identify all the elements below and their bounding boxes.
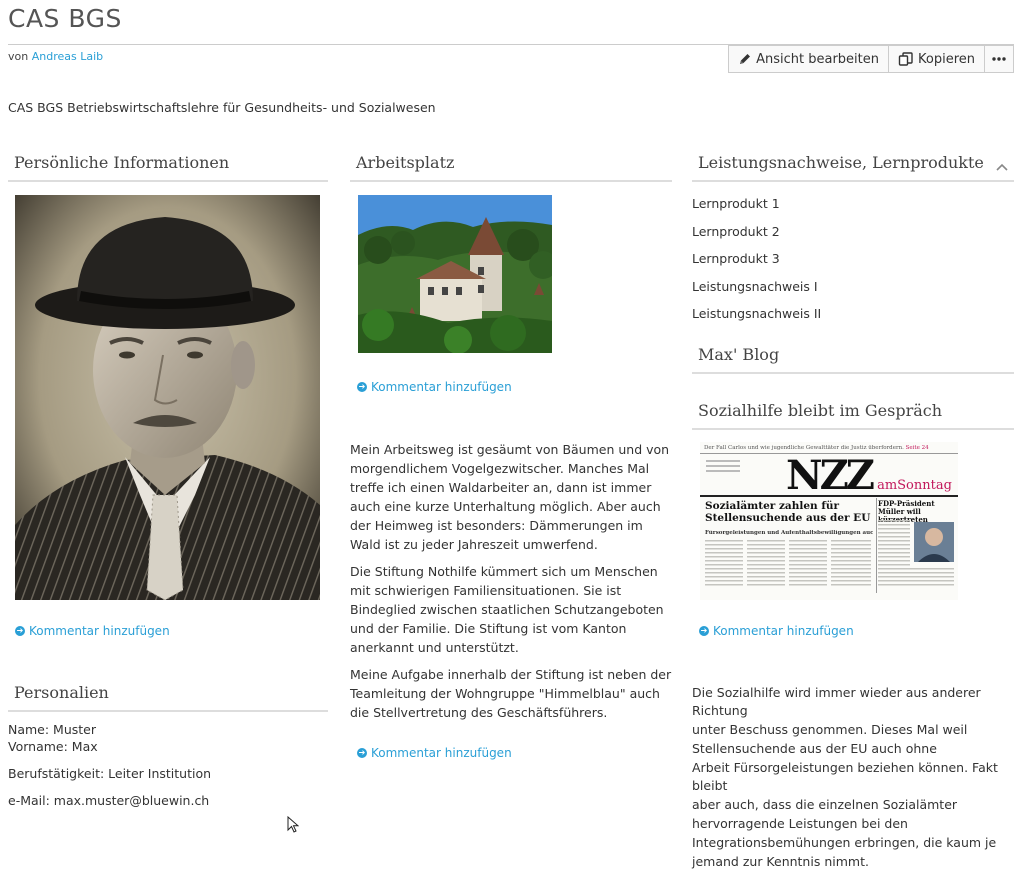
byline-prefix: von: [8, 50, 29, 63]
workplace-paragraph-3: Meine Aufgabe innerhalb der Stiftung ist…: [350, 667, 672, 720]
personal-occupation: Berufstätigkeit: Leiter Institution: [8, 766, 212, 781]
workplace-paragraph-2: Die Stiftung Nothilfe kümmert sich um Me…: [350, 564, 664, 655]
social-text-line: jemand zur Kenntnis nimmt.: [692, 853, 869, 869]
social-text-line: aber auch, dass die einzelnen Sozialämte…: [692, 797, 958, 813]
edit-view-button[interactable]: Ansicht bearbeiten: [728, 45, 889, 73]
chevron-up-icon[interactable]: [996, 156, 1008, 175]
more-button[interactable]: [984, 45, 1014, 73]
achievement-link-2[interactable]: Lernprodukt 2: [692, 224, 780, 239]
social-text-line: unter Beschuss genommen. Dieses Mal weil: [692, 722, 968, 738]
social-text-line: hervorragende Leistungen bei den: [692, 816, 908, 832]
section-title-achievements: Leistungsnachweise, Lernprodukte: [692, 150, 1014, 182]
social-text-line: Arbeit Fürsorgeleistungen beziehen könne…: [692, 759, 998, 794]
more-icon: [992, 57, 1006, 61]
section-title-personalien: Personalien: [8, 680, 328, 712]
social-text-line: Die Sozialhilfe wird immer wieder aus an…: [692, 684, 981, 719]
achievement-list: Lernprodukt 1 Lernprodukt 2 Lernprodukt …: [692, 196, 1014, 334]
column-workplace: Arbeitsplatz ➔ Kommentar hinzufügen Mein…: [350, 150, 672, 760]
achievement-link-5[interactable]: Leistungsnachweis II: [692, 306, 821, 321]
section-title-personal: Persönliche Informationen: [8, 150, 328, 182]
add-comment-label: Kommentar hinzufügen: [371, 746, 512, 760]
copy-label: Kopieren: [918, 51, 975, 67]
newspaper-columns: [705, 497, 954, 593]
edit-view-label: Ansicht bearbeiten: [756, 51, 879, 67]
arrow-right-circle-icon: ➔: [357, 748, 367, 758]
social-text-line: Stellensuchende aus der EU auch ohne: [692, 740, 937, 756]
list-item: Lernprodukt 3: [692, 251, 1014, 279]
workplace-paragraph-1: Mein Arbeitsweg ist gesäumt von Bäumen u…: [350, 442, 670, 552]
copy-button[interactable]: Kopieren: [888, 45, 985, 73]
column-achievements: Leistungsnachweise, Lernprodukte Lernpro…: [692, 150, 1014, 871]
arrow-right-circle-icon: ➔: [15, 626, 25, 636]
workplace-photo: [358, 195, 557, 354]
achievement-link-3[interactable]: Lernprodukt 3: [692, 251, 780, 266]
add-comment-label: Kommentar hinzufügen: [29, 624, 170, 638]
section-title-achievements-text: Leistungsnachweise, Lernprodukte: [698, 153, 984, 172]
section-title-workplace: Arbeitsplatz: [350, 150, 672, 182]
achievement-link-1[interactable]: Lernprodukt 1: [692, 196, 780, 211]
copy-icon: [898, 52, 914, 66]
social-text-line: Integrationsbemühungen erbringen, die ka…: [692, 834, 997, 850]
personal-firstname: Vorname: Max: [8, 739, 98, 754]
list-item: Leistungsnachweis I: [692, 279, 1014, 307]
list-item: Lernprodukt 1: [692, 196, 1014, 224]
list-item: Leistungsnachweis II: [692, 306, 1014, 334]
column-personal: Persönliche Informationen ➔ Kommentar hi…: [8, 150, 328, 809]
section-title-social-welfare: Sozialhilfe bleibt im Gespräch: [692, 398, 1014, 430]
arrow-right-circle-icon: ➔: [699, 625, 709, 636]
byline: von Andreas Laib: [8, 50, 103, 63]
mouse-cursor-icon: [287, 815, 300, 838]
page-description: CAS BGS Betriebswirtschaftslehre für Ges…: [8, 100, 436, 115]
author-link[interactable]: Andreas Laib: [32, 50, 103, 63]
add-comment-link-workplace-1[interactable]: ➔ Kommentar hinzufügen: [357, 380, 672, 394]
page-title: CAS BGS: [8, 4, 122, 33]
toolbar: Ansicht bearbeiten Kopieren: [728, 45, 1014, 73]
add-comment-label: Kommentar hinzufügen: [371, 380, 512, 394]
personal-name: Name: Muster: [8, 722, 97, 737]
add-comment-link-workplace-2[interactable]: ➔ Kommentar hinzufügen: [357, 746, 672, 760]
add-comment-link-personal[interactable]: ➔ Kommentar hinzufügen: [15, 624, 328, 638]
section-title-blog: Max' Blog: [692, 342, 1014, 374]
list-item: Lernprodukt 2: [692, 224, 1014, 252]
add-comment-link-social-welfare[interactable]: ➔ Kommentar hinzufügen: [699, 624, 1014, 638]
achievement-link-4[interactable]: Leistungsnachweis I: [692, 279, 818, 294]
portrait-photo: [15, 195, 320, 601]
personal-email: e-Mail: max.muster@bluewin.ch: [8, 793, 210, 808]
arrow-right-circle-icon: ➔: [357, 382, 367, 392]
newspaper-clipping: Der Fall Carlos und wie jugendliche Gewa…: [700, 441, 958, 600]
pencil-icon: [738, 52, 752, 66]
add-comment-label: Kommentar hinzufügen: [713, 623, 854, 638]
